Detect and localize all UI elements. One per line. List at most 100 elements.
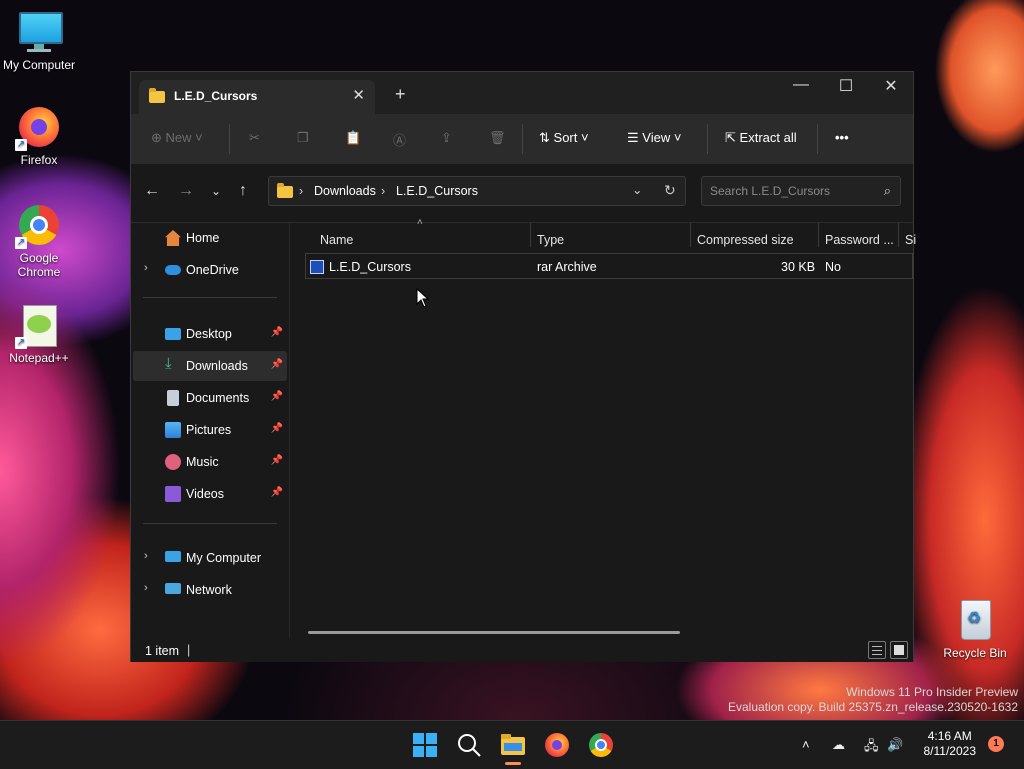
search-taskbar-button[interactable] xyxy=(455,731,483,759)
search-icon: ⌕ xyxy=(883,183,891,198)
sidebar-label: Home xyxy=(186,231,220,245)
desktop-icon-recycle-bin[interactable]: ♻ Recycle Bin xyxy=(937,598,1013,660)
new-tab-button[interactable]: + xyxy=(395,84,406,105)
sidebar-item-music[interactable]: Music 📌 xyxy=(133,447,287,477)
desktop-icon-notepad-plus-plus[interactable]: ↗ Notepad++ xyxy=(1,303,77,365)
shortcut-arrow-icon: ↗ xyxy=(15,139,27,151)
network-status-icon[interactable]: 🖧 xyxy=(864,737,879,759)
windows-logo-icon xyxy=(413,733,437,757)
paste-icon[interactable]: 📋 xyxy=(345,130,361,146)
sidebar-label: My Computer xyxy=(186,551,262,565)
tiles-view-icon[interactable] xyxy=(890,641,908,659)
column-header-compressed-size[interactable]: Compressed size xyxy=(697,233,794,247)
column-header-name[interactable]: Name xyxy=(320,233,353,247)
chevron-right-icon[interactable]: › xyxy=(144,582,148,594)
picture-icon xyxy=(165,422,181,438)
copy-icon[interactable]: ❐ xyxy=(297,130,309,146)
view-button[interactable]: ☰ View ˅ xyxy=(627,130,681,146)
firefox-icon: ↗ xyxy=(15,105,61,151)
desktop-icon-firefox[interactable]: ↗ Firefox xyxy=(1,105,77,167)
table-row[interactable]: L.E.D_Cursors rar Archive 30 KB No xyxy=(305,253,913,279)
network-icon xyxy=(165,583,181,594)
breadcrumb-l-e-d-cursors[interactable]: L.E.D_Cursors xyxy=(396,184,478,198)
rename-icon[interactable]: Ⓐ xyxy=(393,130,406,149)
status-divider: | xyxy=(187,643,191,657)
clock[interactable]: 4:16 AM 8/11/2023 xyxy=(924,729,977,759)
start-button[interactable] xyxy=(411,731,439,759)
taskbar: ˄ ☁ 🖧 🔊 4:16 AM 8/11/2023 1 xyxy=(0,720,1024,769)
pin-icon[interactable]: 📌 xyxy=(271,327,283,338)
sidebar-item-downloads[interactable]: ⤓ Downloads 📌 xyxy=(133,351,287,381)
horizontal-scrollbar[interactable] xyxy=(308,631,680,634)
show-hidden-icons-chevron-icon[interactable]: ˄ xyxy=(802,737,810,752)
document-icon xyxy=(167,390,179,406)
sort-button[interactable]: ⇅ Sort ˅ xyxy=(539,130,589,146)
file-explorer-taskbar-button[interactable] xyxy=(499,731,527,765)
notepad-plus-plus-icon: ↗ xyxy=(15,303,61,349)
details-view-icon[interactable] xyxy=(868,641,886,659)
sidebar-item-onedrive[interactable]: › OneDrive xyxy=(133,255,287,285)
refresh-icon[interactable]: ↻ xyxy=(664,182,676,199)
pin-icon[interactable]: 📌 xyxy=(271,359,283,370)
volume-icon[interactable]: 🔊 xyxy=(887,737,903,753)
address-bar[interactable]: › Downloads › L.E.D_Cursors ⌄ ↻ xyxy=(268,176,686,206)
notification-badge[interactable]: 1 xyxy=(988,736,1004,752)
address-dropdown-chevron-icon[interactable]: ⌄ xyxy=(632,182,642,197)
folder-icon xyxy=(277,183,293,198)
sidebar-item-home[interactable]: Home xyxy=(133,223,287,253)
sidebar-item-my-computer[interactable]: › My Computer xyxy=(133,543,287,573)
chevron-right-icon[interactable]: › xyxy=(144,550,148,562)
column-divider[interactable] xyxy=(530,223,531,247)
watermark-line-2: Evaluation copy. Build 25375.zn_release.… xyxy=(728,700,1018,714)
sidebar-divider xyxy=(143,297,277,298)
pin-icon[interactable]: 📌 xyxy=(271,391,283,402)
command-bar: ⊕ New ˅ ✂ ❐ 📋 Ⓐ ⇪ 🗑 ⇅ Sort ˅ ☰ View ˅ ⇱ … xyxy=(131,114,913,164)
extract-all-button[interactable]: ⇱ Extract all xyxy=(725,130,797,146)
desktop-icon-my-computer[interactable]: My Computer xyxy=(1,10,77,72)
see-more-button[interactable]: ••• xyxy=(835,130,849,145)
pin-icon[interactable]: 📌 xyxy=(271,423,283,434)
recent-locations-chevron-icon[interactable]: ⌄ xyxy=(211,184,221,198)
evaluation-watermark: Windows 11 Pro Insider Preview Evaluatio… xyxy=(728,685,1018,715)
chrome-taskbar-button[interactable] xyxy=(587,731,615,759)
toolbar-divider xyxy=(522,124,523,154)
pin-icon[interactable]: 📌 xyxy=(271,487,283,498)
chevron-right-icon[interactable]: › xyxy=(144,262,148,274)
new-button[interactable]: ⊕ New ˅ xyxy=(151,130,203,146)
column-header-type[interactable]: Type xyxy=(537,233,564,247)
firefox-taskbar-button[interactable] xyxy=(543,731,571,759)
file-name: L.E.D_Cursors xyxy=(329,260,411,274)
column-divider[interactable] xyxy=(690,223,691,247)
close-window-button[interactable]: ✕ xyxy=(868,76,914,96)
download-arrow-icon: ⤓ xyxy=(165,355,172,372)
breadcrumb-downloads[interactable]: Downloads xyxy=(314,184,376,198)
sidebar-item-documents[interactable]: Documents 📌 xyxy=(133,383,287,413)
tab-title: L.E.D_Cursors xyxy=(174,89,258,103)
close-tab-button[interactable]: ✕ xyxy=(352,86,365,104)
sidebar-item-videos[interactable]: Videos 📌 xyxy=(133,479,287,509)
column-divider[interactable] xyxy=(818,223,819,247)
forward-arrow-icon[interactable]: → xyxy=(178,182,194,200)
maximize-button[interactable]: ☐ xyxy=(823,76,869,96)
toolbar-divider xyxy=(707,124,708,154)
cloud-offline-icon[interactable]: ☁ xyxy=(832,737,845,753)
desktop-icon-google-chrome[interactable]: ↗ Google Chrome xyxy=(1,203,77,279)
column-divider[interactable] xyxy=(898,223,899,247)
cut-icon[interactable]: ✂ xyxy=(249,130,260,146)
breadcrumb-separator: › xyxy=(381,184,386,198)
minimize-button[interactable]: — xyxy=(778,76,824,94)
share-icon[interactable]: ⇪ xyxy=(441,130,452,146)
desktop-icon-label: Recycle Bin xyxy=(943,646,1007,660)
up-arrow-icon[interactable]: ↑ xyxy=(239,182,247,200)
sidebar-label: Desktop xyxy=(186,327,232,341)
column-header-password[interactable]: Password ... xyxy=(825,233,894,247)
pin-icon[interactable]: 📌 xyxy=(271,455,283,466)
sidebar-item-pictures[interactable]: Pictures 📌 xyxy=(133,415,287,445)
sidebar-item-network[interactable]: › Network xyxy=(133,575,287,605)
delete-icon[interactable]: 🗑 xyxy=(489,130,506,146)
sidebar-item-desktop[interactable]: Desktop 📌 xyxy=(133,319,287,349)
tab-l-e-d-cursors[interactable]: L.E.D_Cursors ✕ xyxy=(139,80,375,114)
column-header-size[interactable]: Si xyxy=(905,233,916,247)
search-box[interactable]: Search L.E.D_Cursors ⌕ xyxy=(701,176,901,206)
back-arrow-icon[interactable]: ← xyxy=(144,182,160,200)
